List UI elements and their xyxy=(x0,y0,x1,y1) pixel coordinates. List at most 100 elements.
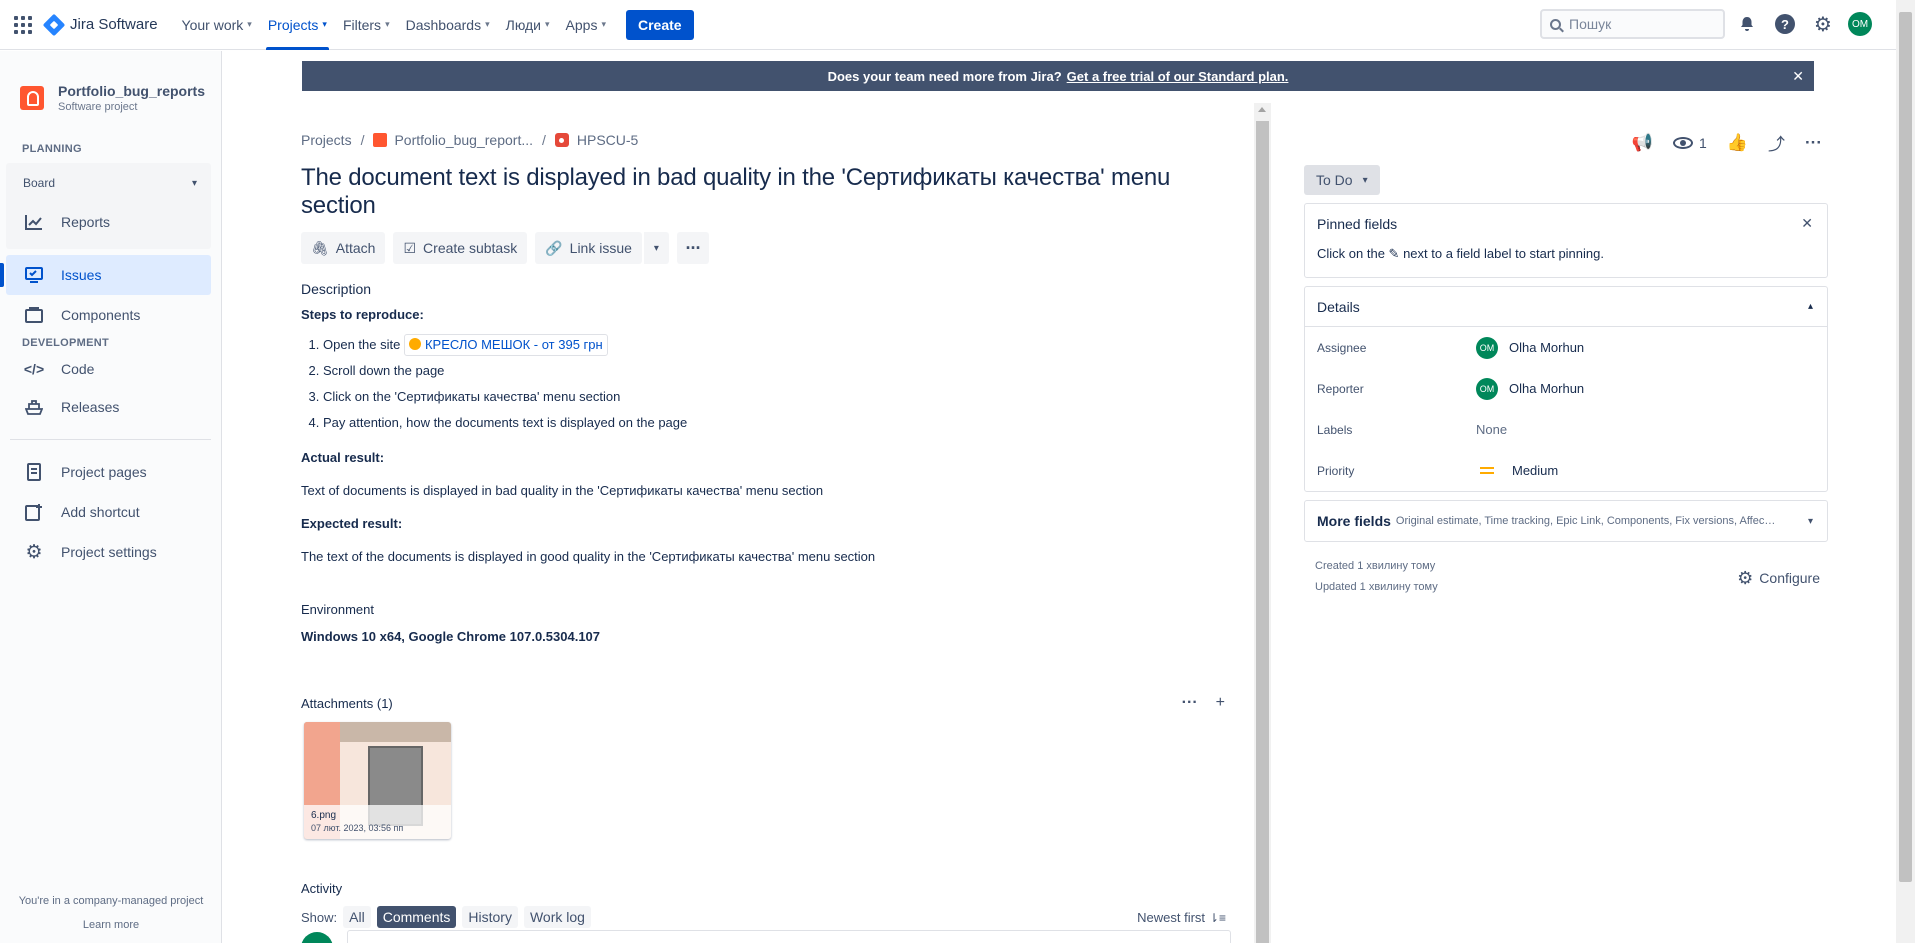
main-scrollbar[interactable] xyxy=(1254,103,1271,943)
field-label: Priority xyxy=(1317,463,1355,478)
activity-heading: Activity xyxy=(301,881,343,896)
help-icon[interactable]: ? xyxy=(1772,11,1798,37)
company-managed-text: You're in a company-managed project xyxy=(18,895,204,907)
button-label: Link issue xyxy=(569,240,632,256)
status-dropdown[interactable]: To Do ▾ xyxy=(1304,165,1380,195)
more-icon[interactable]: ··· xyxy=(1182,694,1198,712)
field-labels[interactable]: Labels None xyxy=(1305,409,1827,450)
add-shortcut-icon xyxy=(25,503,43,521)
sidebar-item-reports[interactable]: Reports xyxy=(6,203,211,241)
create-subtask-button[interactable]: ☑ Create subtask xyxy=(393,232,528,264)
page-scrollbar[interactable] xyxy=(1896,0,1915,943)
sidebar-item-label: Reports xyxy=(61,214,111,230)
button-label: Attach xyxy=(335,240,376,256)
watch-button[interactable]: 1 xyxy=(1673,135,1707,151)
sidebar-item-project-pages[interactable]: Project pages xyxy=(0,452,221,492)
close-icon[interactable]: ✕ xyxy=(1801,215,1813,232)
share-icon[interactable]: ⤴ xyxy=(1768,130,1785,155)
project-name: Portfolio_bug_reports xyxy=(58,83,206,99)
banner-trial-link[interactable]: Get a free trial of our Standard plan. xyxy=(1067,69,1289,84)
scroll-up-icon[interactable] xyxy=(1258,107,1266,112)
megaphone-icon[interactable]: 📢 xyxy=(1632,133,1653,153)
bug-type-icon[interactable] xyxy=(554,133,569,147)
pinned-text-start: Click on the xyxy=(1317,246,1385,261)
field-assignee[interactable]: Assignee OM Olha Morhun xyxy=(1305,327,1827,368)
sidebar-item-issues[interactable]: Issues xyxy=(0,255,211,295)
list-item: Scroll down the page xyxy=(323,358,1236,384)
board-group: Board ▾ Reports xyxy=(6,163,211,249)
filter-work-log[interactable]: Work log xyxy=(523,906,591,928)
user-avatar[interactable]: OM xyxy=(1848,12,1872,36)
sidebar-item-project-settings[interactable]: ⚙ Project settings xyxy=(0,532,221,572)
learn-more-link[interactable]: Learn more xyxy=(0,919,222,931)
create-button[interactable]: Create xyxy=(625,9,694,40)
nav-label: Люди xyxy=(505,16,541,33)
link-issue-button[interactable]: 🔗 Link issue xyxy=(535,232,642,264)
nav-people[interactable]: Люди ▾ xyxy=(498,0,558,50)
settings-gear-icon: ⚙ xyxy=(25,541,43,563)
add-icon[interactable]: + xyxy=(1216,694,1225,712)
settings-gear-icon[interactable]: ⚙ xyxy=(1810,11,1836,37)
app-switcher-icon[interactable] xyxy=(14,15,34,35)
issue-title[interactable]: The document text is displayed in bad qu… xyxy=(301,164,1236,220)
scrollbar-thumb[interactable] xyxy=(1256,121,1269,943)
field-priority[interactable]: Priority Medium xyxy=(1305,450,1827,491)
sidebar-item-add-shortcut[interactable]: Add shortcut xyxy=(0,492,221,532)
thumbs-up-icon[interactable]: 👍 xyxy=(1727,133,1748,153)
sort-toggle[interactable]: Newest first ⇂≡ xyxy=(1137,909,1226,925)
sidebar-item-releases[interactable]: Releases xyxy=(0,387,221,427)
chevron-down-icon: ▾ xyxy=(1362,174,1368,186)
more-icon[interactable]: ··· xyxy=(1805,133,1822,153)
nav-projects[interactable]: Projects ▾ xyxy=(260,0,335,50)
breadcrumb-project[interactable]: Portfolio_bug_report... xyxy=(394,132,533,148)
jira-logo[interactable]: Jira Software xyxy=(42,13,158,36)
chevron-down-icon: ▾ xyxy=(322,19,327,29)
eye-icon xyxy=(1673,136,1694,149)
scrollbar-thumb[interactable] xyxy=(1899,12,1912,882)
reports-chart-icon xyxy=(25,213,43,231)
close-icon[interactable]: ✕ xyxy=(1792,68,1804,85)
project-sidebar: Portfolio_bug_reports Software project P… xyxy=(0,51,222,943)
more-fields-card[interactable]: More fields Original estimate, Time trac… xyxy=(1304,500,1828,542)
board-selector[interactable]: Board ▾ xyxy=(6,163,211,203)
chevron-down-icon: ▾ xyxy=(247,19,252,29)
project-header[interactable]: Portfolio_bug_reports Software project xyxy=(0,51,221,113)
nav-filters[interactable]: Filters ▾ xyxy=(335,0,398,50)
breadcrumb-issue-key[interactable]: HPSCU-5 xyxy=(577,132,638,148)
attach-button[interactable]: 🖇 Attach xyxy=(301,232,386,264)
search-input[interactable]: Пошук xyxy=(1540,9,1725,39)
site-link[interactable]: КРЕСЛО МЕШОК - от 395 грн xyxy=(403,334,608,356)
nav-your-work[interactable]: Your work ▾ xyxy=(174,0,260,50)
configure-label: Configure xyxy=(1759,570,1820,586)
field-value: Medium xyxy=(1476,463,1558,478)
link-issue-dropdown[interactable]: ▾ xyxy=(643,232,669,264)
filter-history[interactable]: History xyxy=(462,906,518,928)
details-card: Details ▴ Assignee OM Olha Morhun Reporte… xyxy=(1304,286,1828,492)
project-type: Software project xyxy=(58,101,138,113)
more-actions-button[interactable]: ··· xyxy=(676,232,709,264)
sidebar-item-label: Project pages xyxy=(61,464,147,480)
filter-all[interactable]: All xyxy=(343,906,371,928)
filter-comments[interactable]: Comments xyxy=(376,906,457,928)
configure-button[interactable]: ⚙ Configure xyxy=(1737,558,1820,598)
search-placeholder: Пошук xyxy=(1569,16,1612,32)
pinned-fields-title: Pinned fields xyxy=(1317,216,1398,232)
field-reporter[interactable]: Reporter OM Olha Morhun xyxy=(1305,368,1827,409)
sidebar-item-code[interactable]: </> Code xyxy=(0,349,221,389)
page-icon xyxy=(25,463,43,481)
comment-input[interactable] xyxy=(347,930,1231,943)
breadcrumb-projects[interactable]: Projects xyxy=(301,132,352,148)
attachment-caption: 6.png 07 лют. 2023, 03:56 пп xyxy=(304,805,451,839)
show-label: Show: xyxy=(301,909,338,925)
sidebar-item-components[interactable]: Components xyxy=(0,295,221,335)
chevron-down-icon: ▾ xyxy=(1807,515,1813,527)
environment-value[interactable]: Windows 10 x64, Google Chrome 107.0.5304… xyxy=(301,629,1236,644)
nav-dashboards[interactable]: Dashboards ▾ xyxy=(398,0,498,50)
priority-medium-icon xyxy=(1480,467,1494,474)
breadcrumb-separator: / xyxy=(542,132,546,148)
attachment-thumbnail[interactable]: 6.png 07 лют. 2023, 03:56 пп xyxy=(304,722,451,839)
steps-heading: Steps to reproduce: xyxy=(301,307,424,322)
nav-apps[interactable]: Apps ▾ xyxy=(558,0,614,50)
details-header[interactable]: Details ▴ xyxy=(1305,287,1827,327)
notifications-icon[interactable] xyxy=(1734,11,1760,37)
